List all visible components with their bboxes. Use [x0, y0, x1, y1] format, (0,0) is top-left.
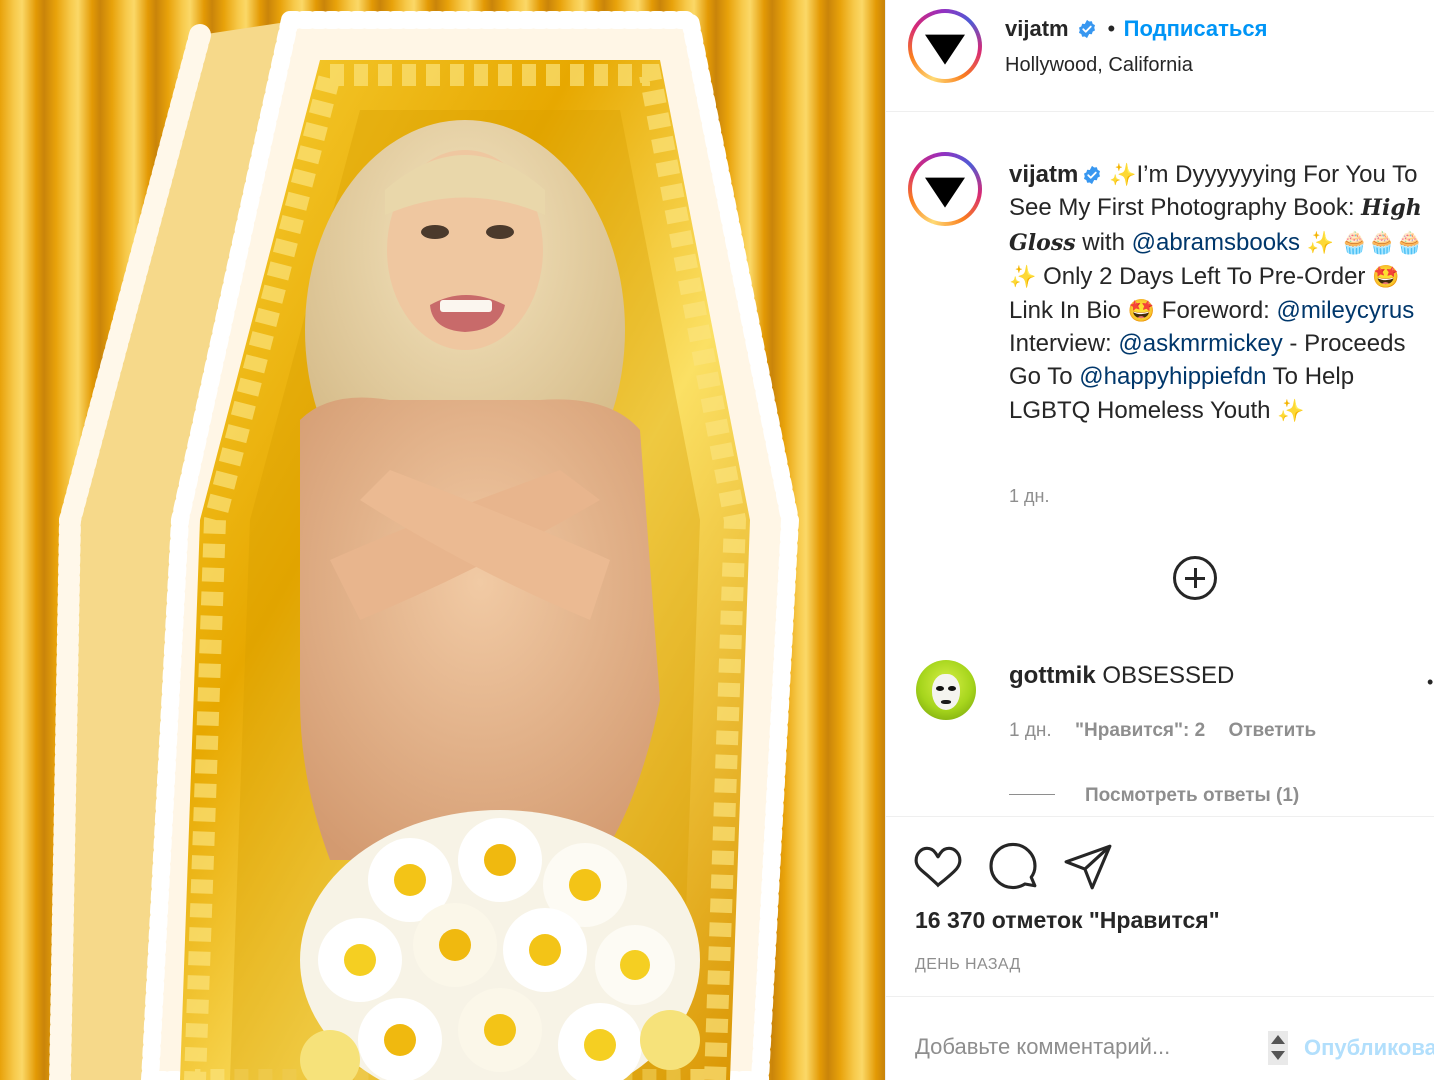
post-header: vijatm • Подписаться Hollywood, Californ… [886, 0, 1434, 112]
verified-badge-icon [1079, 19, 1096, 39]
post-location[interactable]: Hollywood, California [1005, 54, 1193, 77]
sparkles-icon: ✨ [1009, 264, 1037, 290]
cupcake-icon: 🧁 [1395, 229, 1424, 255]
torso [300, 397, 660, 860]
sparkles-icon: ✨ [1277, 397, 1305, 423]
triangle-logo-icon [925, 34, 965, 65]
comment-options-icon[interactable]: • [1427, 672, 1433, 693]
caption-part-2: with [1075, 228, 1132, 256]
mention-abramsbooks[interactable]: @abramsbooks [1132, 229, 1300, 256]
comment-item: gottmik OBSESSED [1009, 662, 1234, 690]
comment-input[interactable] [915, 1031, 1255, 1063]
commenter-avatar[interactable] [916, 660, 976, 720]
caption-timestamp[interactable]: 1 дн. [1009, 486, 1049, 507]
comment-likes[interactable]: "Нравится": 2 [1075, 720, 1205, 741]
star-eyes-icon: 🤩 [1127, 297, 1156, 323]
post-photo [0, 0, 885, 1080]
caption-part-4: Link In Bio [1009, 296, 1128, 324]
cupcake-icon: 🧁 [1368, 229, 1396, 255]
caption-part-5: Foreword: [1155, 296, 1277, 324]
triangle-logo-icon [925, 177, 965, 208]
sparkles-icon: ✨ [1306, 229, 1335, 255]
star-eyes-icon: 🤩 [1372, 264, 1400, 290]
caption-text: vijatm ✨I’m Dyyyyyying For You To See My… [1009, 158, 1429, 427]
caption-part-3: Only 2 Days Left To Pre-Order [1036, 263, 1373, 291]
paper-plane-icon[interactable] [1063, 842, 1113, 892]
post-side-panel: vijatm • Подписаться Hollywood, Californ… [885, 0, 1434, 1080]
post-date[interactable]: ДЕНЬ НАЗАД [915, 956, 1021, 974]
cupcake-icon: 🧁 [1340, 229, 1369, 255]
mention-happyhippiefdn[interactable]: @happyhippiefdn [1079, 363, 1266, 390]
reply-button[interactable]: Ответить [1228, 720, 1316, 741]
view-replies-button[interactable]: Посмотреть ответы (1) [1009, 785, 1299, 807]
comment-text: OBSESSED [1102, 662, 1235, 689]
post-photo-illustration [49, 10, 800, 1080]
follow-button[interactable]: Подписаться [1124, 16, 1268, 41]
heart-icon[interactable] [913, 842, 963, 892]
caption-username[interactable]: vijatm [1009, 161, 1078, 188]
follow-separator: • [1107, 16, 1116, 41]
plus-circle-icon[interactable] [1173, 556, 1217, 600]
commenter-username[interactable]: gottmik [1009, 662, 1096, 689]
author-username[interactable]: vijatm [1005, 16, 1069, 41]
caption-author-avatar[interactable] [908, 152, 982, 226]
comment-time[interactable]: 1 дн. [1009, 720, 1052, 741]
replies-divider [1009, 794, 1055, 795]
publish-button[interactable]: Опубликовать [1304, 1035, 1434, 1061]
caption-part-6: Interview: [1009, 330, 1119, 358]
likes-count[interactable]: 16 370 отметок "Нравится" [915, 907, 1220, 934]
mention-askmrmickey[interactable]: @askmrmickey [1118, 330, 1282, 357]
comment-meta: 1 дн. "Нравится": 2 Ответить [1009, 720, 1334, 742]
scroll-arrows-icon[interactable] [1268, 1031, 1288, 1065]
speech-bubble-icon[interactable] [988, 842, 1038, 892]
sparkles-icon: ✨ [1109, 162, 1137, 187]
post-actions: 16 370 отметок "Нравится" ДЕНЬ НАЗАД [886, 816, 1434, 996]
mention-mileycyrus[interactable]: @mileycyrus [1277, 297, 1415, 324]
header-title-row: vijatm • Подписаться [1005, 16, 1268, 42]
author-avatar[interactable] [908, 9, 982, 83]
view-replies-label: Посмотреть ответы (1) [1085, 785, 1300, 806]
add-comment-bar: Опубликовать [886, 996, 1434, 1080]
verified-badge-icon [1084, 165, 1101, 185]
